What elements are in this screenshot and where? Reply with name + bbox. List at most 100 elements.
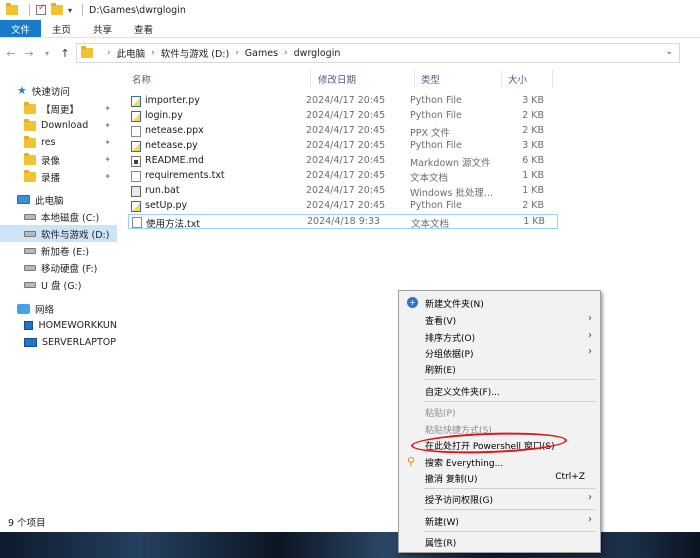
nav-this-pc[interactable]: 此电脑 — [0, 191, 117, 208]
file-row[interactable]: login.py 2024/4/17 20:45 Python File 2 K… — [128, 109, 558, 124]
file-row[interactable]: requirements.txt 2024/4/17 20:45 文本文档 1 … — [128, 169, 558, 184]
folder-icon — [6, 3, 18, 15]
nav-label: Download — [41, 120, 89, 131]
properties-quick-icon[interactable] — [36, 3, 46, 15]
tab-view[interactable]: 查看 — [123, 20, 164, 37]
tab-home[interactable]: 主页 — [41, 20, 82, 37]
file-type: Windows 批处理... — [410, 188, 493, 199]
file-name: 使用方法.txt — [146, 219, 201, 230]
drive-icon — [24, 230, 36, 237]
up-arrow-icon[interactable]: ↑ — [58, 46, 72, 60]
chevron-right-icon[interactable]: › — [235, 48, 239, 58]
file-row[interactable]: setUp.py 2024/4/17 20:45 Python File 2 K… — [128, 199, 558, 214]
file-row[interactable]: netease.py 2024/4/17 20:45 Python File 3… — [128, 139, 558, 154]
python-file-icon — [131, 141, 141, 152]
file-row[interactable]: README.md 2024/4/17 20:45 Markdown 源文件 6… — [128, 154, 558, 169]
file-date: 2024/4/18 9:33 — [307, 216, 381, 227]
menu-item-label: 属性(R) — [425, 539, 457, 549]
column-divider[interactable] — [310, 70, 311, 88]
menu-item-give-access[interactable]: 授予访问权限(G) › — [400, 491, 599, 507]
nav-drive-c[interactable]: 本地磁盘 (C:) — [0, 208, 117, 225]
file-row[interactable]: 使用方法.txt 2024/4/18 9:33 文本文档 1 KB — [128, 214, 558, 230]
menu-item-open-powershell[interactable]: 在此处打开 Powershell 窗口(S) — [400, 437, 599, 453]
file-date: 2024/4/17 20:45 — [306, 155, 386, 166]
pin-icon[interactable]: ✦ — [104, 155, 111, 164]
menu-item-refresh[interactable]: 刷新(E) — [400, 361, 599, 377]
file-date: 2024/4/17 20:45 — [306, 170, 386, 181]
file-date: 2024/4/17 20:45 — [306, 200, 386, 211]
navigation-pane: ★ 快速访问 【周更】 ✦ Download ✦ res ✦ 录像 ✦ 录播 ✦… — [0, 68, 118, 512]
nav-item-recordings[interactable]: 录像 ✦ — [0, 151, 117, 168]
column-header-size[interactable]: 大小 — [508, 72, 527, 86]
menu-item-group[interactable]: 分组依据(P) › — [400, 345, 599, 361]
nav-drive-d[interactable]: 软件与游戏 (D:) — [0, 225, 117, 242]
breadcrumb-dwrglogin[interactable]: dwrglogin — [294, 48, 341, 59]
file-date: 2024/4/17 20:45 — [306, 140, 386, 151]
window-title: D:\Games\dwrglogin — [89, 4, 186, 16]
nav-item-streams[interactable]: 录播 ✦ — [0, 168, 117, 185]
tab-file[interactable]: 文件 — [0, 20, 42, 37]
pin-icon[interactable]: ✦ — [104, 172, 111, 181]
nav-network-homeworkkun[interactable]: HOMEWORKKUN — [0, 317, 117, 334]
new-folder-quick-icon[interactable] — [51, 3, 63, 15]
breadcrumb-games[interactable]: Games — [245, 48, 278, 59]
forward-arrow-icon[interactable]: → — [22, 46, 36, 60]
recent-locations-icon[interactable]: ▾ — [40, 46, 54, 60]
breadcrumb-this-pc[interactable]: 此电脑 — [117, 46, 146, 60]
menu-item-label: 新建(W) — [425, 518, 459, 528]
computer-icon — [17, 195, 30, 204]
menu-item-undo-copy[interactable]: 撤消 复制(U) Ctrl+Z — [400, 470, 599, 486]
nav-label: 录播 — [41, 172, 61, 184]
drive-icon — [24, 281, 36, 288]
menu-separator — [424, 531, 596, 532]
menu-item-new[interactable]: 新建(W) › — [400, 513, 599, 529]
chevron-down-icon[interactable]: ⌄ — [665, 47, 673, 57]
folder-icon — [24, 169, 36, 182]
chevron-right-icon[interactable]: › — [284, 48, 288, 58]
file-size: 3 KB — [522, 140, 544, 151]
back-arrow-icon[interactable]: ← — [4, 46, 18, 60]
pin-icon[interactable]: ✦ — [104, 138, 111, 147]
chevron-right-icon[interactable]: › — [151, 48, 155, 58]
pin-icon[interactable]: ✦ — [104, 121, 111, 130]
nav-drive-g[interactable]: U 盘 (G:) — [0, 276, 117, 293]
menu-item-customize-folder[interactable]: 自定义文件夹(F)... — [400, 383, 599, 399]
column-header-date[interactable]: 修改日期 — [318, 72, 356, 86]
nav-label: 【周更】 — [41, 104, 80, 116]
chevron-right-icon: › — [588, 514, 592, 525]
column-divider[interactable] — [501, 70, 502, 88]
pin-icon[interactable]: ✦ — [104, 104, 111, 113]
menu-item-view[interactable]: 查看(V) › — [400, 312, 599, 328]
column-divider[interactable] — [414, 70, 415, 88]
menu-separator — [424, 488, 596, 489]
nav-network[interactable]: 网络 — [0, 300, 117, 317]
quick-access-dropdown-icon[interactable]: ▾ — [68, 6, 72, 15]
address-bar[interactable]: › 此电脑 › 软件与游戏 (D:) › Games › dwrglogin ⌄ — [76, 43, 680, 63]
nav-quick-access[interactable]: ★ 快速访问 — [0, 82, 117, 99]
menu-item-new-folder[interactable]: + 新建文件夹(N) — [400, 295, 599, 311]
item-count: 9 个项目 — [8, 518, 46, 529]
nav-drive-e[interactable]: 新加卷 (E:) — [0, 242, 117, 259]
menu-item-sort[interactable]: 排序方式(O) › — [400, 329, 599, 345]
menu-item-label: 粘贴(P) — [425, 409, 456, 419]
column-header-type[interactable]: 类型 — [421, 72, 440, 86]
nav-item-res[interactable]: res ✦ — [0, 134, 117, 151]
folder-icon — [24, 135, 36, 148]
title-bar: ▾ D:\Games\dwrglogin — [0, 0, 700, 20]
file-row[interactable]: importer.py 2024/4/17 20:45 Python File … — [128, 94, 558, 109]
nav-drive-f[interactable]: 移动硬盘 (F:) — [0, 259, 117, 276]
chevron-right-icon[interactable]: › — [107, 48, 111, 58]
file-row[interactable]: netease.ppx 2024/4/17 20:45 PPX 文件 2 KB — [128, 124, 558, 139]
column-divider[interactable] — [552, 70, 553, 88]
column-header-name[interactable]: 名称 — [132, 72, 151, 86]
ribbon-tabs: 文件 主页 共享 查看 — [0, 20, 700, 38]
tab-share[interactable]: 共享 — [82, 20, 123, 37]
menu-item-search-everything[interactable]: ⚲ 搜索 Everything... — [400, 454, 599, 470]
nav-item-download[interactable]: Download ✦ — [0, 117, 117, 134]
file-size: 1 KB — [522, 170, 544, 181]
file-row[interactable]: run.bat 2024/4/17 20:45 Windows 批处理... 1… — [128, 184, 558, 199]
breadcrumb-drive-d[interactable]: 软件与游戏 (D:) — [161, 46, 229, 60]
nav-network-serverlaptop[interactable]: SERVERLAPTOP — [0, 334, 117, 351]
menu-item-properties[interactable]: 属性(R) — [400, 534, 599, 550]
nav-item-weekly[interactable]: 【周更】 ✦ — [0, 100, 117, 117]
